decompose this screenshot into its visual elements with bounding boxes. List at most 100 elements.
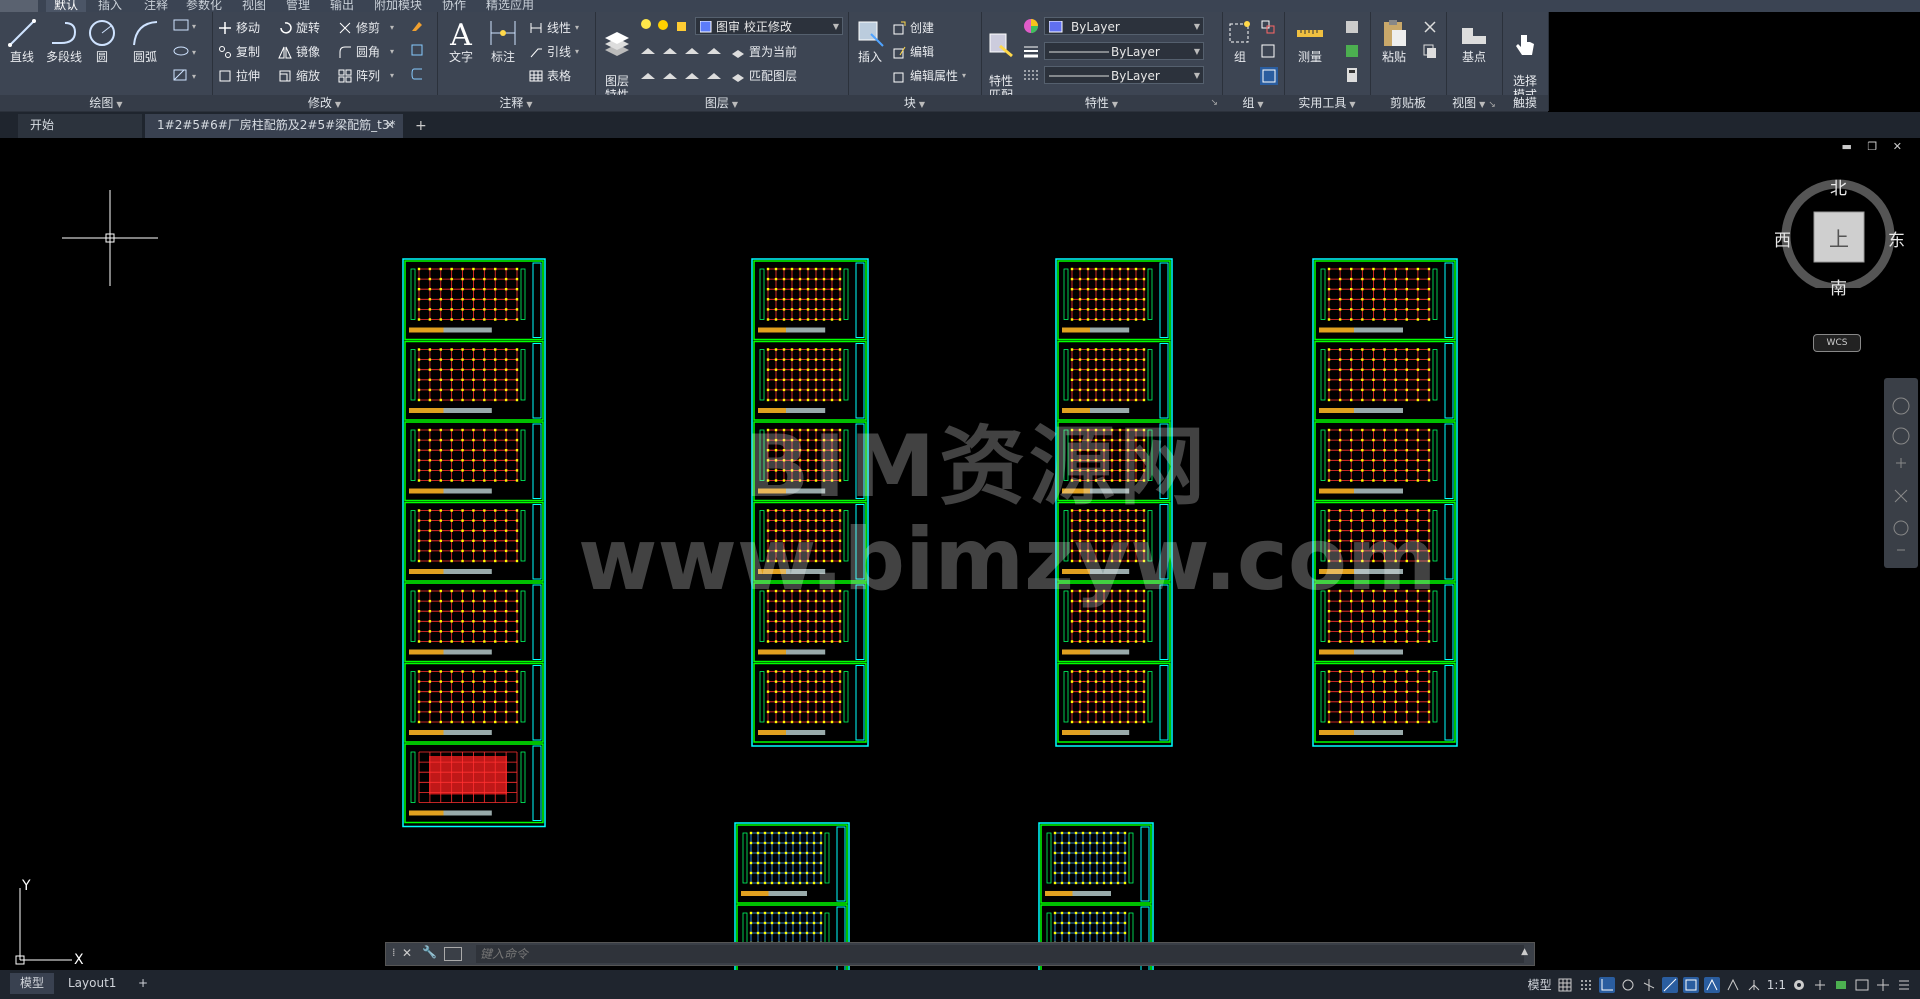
ellipse-button[interactable]: ▾	[172, 44, 202, 61]
ortho-icon[interactable]	[1598, 976, 1615, 993]
block-panel-title[interactable]: 块 ▼	[848, 95, 981, 111]
annotation-visibility-icon[interactable]	[1703, 976, 1720, 993]
tab-default[interactable]: 默认	[46, 0, 87, 12]
utilities-panel-title[interactable]: 实用工具 ▼	[1284, 95, 1370, 111]
app-menu-button[interactable]	[0, 0, 38, 12]
calculator-button[interactable]	[1344, 67, 1360, 86]
tab-insert[interactable]: 插入	[98, 0, 122, 12]
drawing-sheet[interactable]	[404, 582, 544, 663]
tab-view[interactable]: 视图	[242, 0, 266, 12]
erase-button[interactable]	[410, 19, 424, 36]
edit-attributes-button[interactable]: 编辑属性 ▾	[892, 67, 966, 85]
clean-screen-icon[interactable]	[1875, 977, 1891, 993]
scale-button[interactable]: 缩放	[278, 67, 320, 85]
cut-button[interactable]	[1422, 19, 1438, 38]
add-layout-button[interactable]: +	[128, 973, 158, 994]
layers-panel-title[interactable]: 图层 ▼	[595, 95, 848, 111]
linetype-button[interactable]	[1023, 67, 1039, 86]
wcs-menu-button[interactable]: WCS	[1813, 334, 1861, 352]
cmd-history-arrow-icon[interactable]: ▲	[1521, 947, 1528, 957]
customize-cmd-icon[interactable]: 🔧	[422, 945, 437, 959]
leader-button[interactable]: 引线 ▾	[529, 43, 579, 61]
annotation-scale-value[interactable]: 1:1	[1767, 978, 1786, 992]
auto-scale-icon[interactable]	[1725, 977, 1741, 993]
create-block-button[interactable]: 创建	[892, 19, 934, 37]
color-combo[interactable]: ByLayer ▼	[1044, 17, 1204, 35]
drawing-sheet[interactable]	[404, 340, 544, 421]
table-button[interactable]: 表格	[529, 67, 571, 85]
model-space-toggle[interactable]: 模型	[1528, 976, 1552, 993]
tab-featured-apps[interactable]: 精选应用	[486, 0, 534, 12]
layer-combo[interactable]: 图审 校正修改 ▼	[695, 17, 843, 35]
drawing-canvas[interactable]: ▬ ❐ ✕ 北 南 东 西 上 WCS BIM资源网 www.bimzyw.co…	[0, 138, 1920, 970]
modify-panel-title[interactable]: 修改 ▼	[212, 95, 437, 111]
dimension-button[interactable]: 标注	[483, 18, 523, 64]
ungroup-button[interactable]	[1260, 19, 1276, 38]
rectangle-button[interactable]: ▾	[172, 18, 202, 35]
layer-tools-row1[interactable]	[639, 42, 731, 61]
set-current-button[interactable]: 置为当前	[731, 43, 797, 61]
tab-annotate[interactable]: 注释	[144, 0, 168, 12]
tab-addins[interactable]: 附加模块	[374, 0, 422, 12]
line-button[interactable]: 直线	[2, 18, 42, 64]
drawing-sheet[interactable]	[404, 501, 544, 582]
properties-panel-title[interactable]: 特性 ▼ ↘	[981, 95, 1222, 111]
isolate-objects-icon[interactable]	[1833, 977, 1849, 993]
color-wheel-button[interactable]	[1023, 18, 1039, 37]
view-cube[interactable]: 北 南 东 西 上	[1774, 178, 1905, 299]
layer-tools-row2[interactable]	[639, 67, 731, 86]
compass-east[interactable]: 东	[1888, 226, 1905, 251]
drawing-sheet[interactable]	[1314, 662, 1456, 743]
match-properties-button[interactable]: 特性 匹配	[981, 18, 1021, 102]
drawing-sheet[interactable]	[404, 421, 544, 502]
edit-block-button[interactable]: 编辑	[892, 43, 934, 61]
tab-parametric[interactable]: 参数化	[186, 0, 222, 12]
fillet-button[interactable]: 圆角 ▾	[338, 43, 394, 61]
new-tab-button[interactable]: +	[415, 118, 427, 134]
group-button[interactable]: 组	[1224, 18, 1256, 64]
tab-start[interactable]: 开始	[18, 114, 142, 138]
quick-select-button[interactable]	[1344, 19, 1360, 38]
object-snap-tracking-icon[interactable]	[1661, 976, 1678, 993]
compass-north[interactable]: 北	[1830, 174, 1847, 199]
measure-button[interactable]: 测量	[1290, 18, 1330, 64]
cmd-grip-icon[interactable]: ⁞	[392, 946, 396, 959]
mirror-button[interactable]: 镜像	[278, 43, 320, 61]
drawing-sheet[interactable]	[404, 662, 544, 743]
command-input[interactable]	[476, 945, 1524, 963]
workspace-gear-icon[interactable]	[1791, 977, 1807, 993]
layout1-tab[interactable]: Layout1	[58, 973, 126, 994]
linetype-combo[interactable]: ByLayer ▼	[1044, 66, 1204, 84]
rotate-button[interactable]: 旋转	[278, 19, 320, 37]
move-button[interactable]: 移动	[218, 19, 260, 37]
circle-button[interactable]: 圆	[82, 18, 122, 64]
drawing-sheet[interactable]	[753, 260, 867, 341]
drawing-sheet[interactable]	[404, 743, 544, 824]
touch-panel-title[interactable]: 触摸	[1502, 95, 1548, 111]
close-cmd-icon[interactable]: ✕	[402, 946, 412, 960]
text-button[interactable]: A 文字	[441, 18, 481, 64]
select-mode-button[interactable]: 选择 模式	[1505, 18, 1545, 102]
arc-button[interactable]: 圆弧	[125, 18, 165, 64]
compass-south[interactable]: 南	[1830, 274, 1847, 299]
paste-button[interactable]: 粘贴	[1374, 18, 1414, 64]
customization-menu-icon[interactable]	[1896, 977, 1912, 993]
trim-button[interactable]: 修剪 ▾	[338, 19, 394, 37]
match-layer-button[interactable]: 匹配图层	[731, 67, 797, 85]
stretch-button[interactable]: 拉伸	[218, 67, 260, 85]
drawing-sheet[interactable]	[736, 824, 848, 904]
cube-top-face[interactable]: 上	[1829, 223, 1849, 252]
drawing-sheet[interactable]	[1314, 421, 1456, 502]
offset-button[interactable]	[410, 67, 424, 84]
copy-clip-button[interactable]	[1422, 43, 1438, 62]
drawing-sheet[interactable]	[1314, 260, 1456, 341]
model-tab[interactable]: 模型	[10, 973, 55, 994]
drawing-sheet[interactable]	[1040, 824, 1152, 904]
drawing-sheet[interactable]	[1314, 340, 1456, 421]
drawing-sheet[interactable]	[1057, 662, 1171, 743]
hardware-acceleration-icon[interactable]	[1854, 977, 1870, 993]
layer-properties-button[interactable]: 图层 特性	[597, 18, 637, 102]
explode-button[interactable]	[410, 43, 424, 60]
snap-icon[interactable]	[1578, 977, 1594, 993]
annotation-panel-title[interactable]: 注释 ▼	[437, 95, 595, 111]
